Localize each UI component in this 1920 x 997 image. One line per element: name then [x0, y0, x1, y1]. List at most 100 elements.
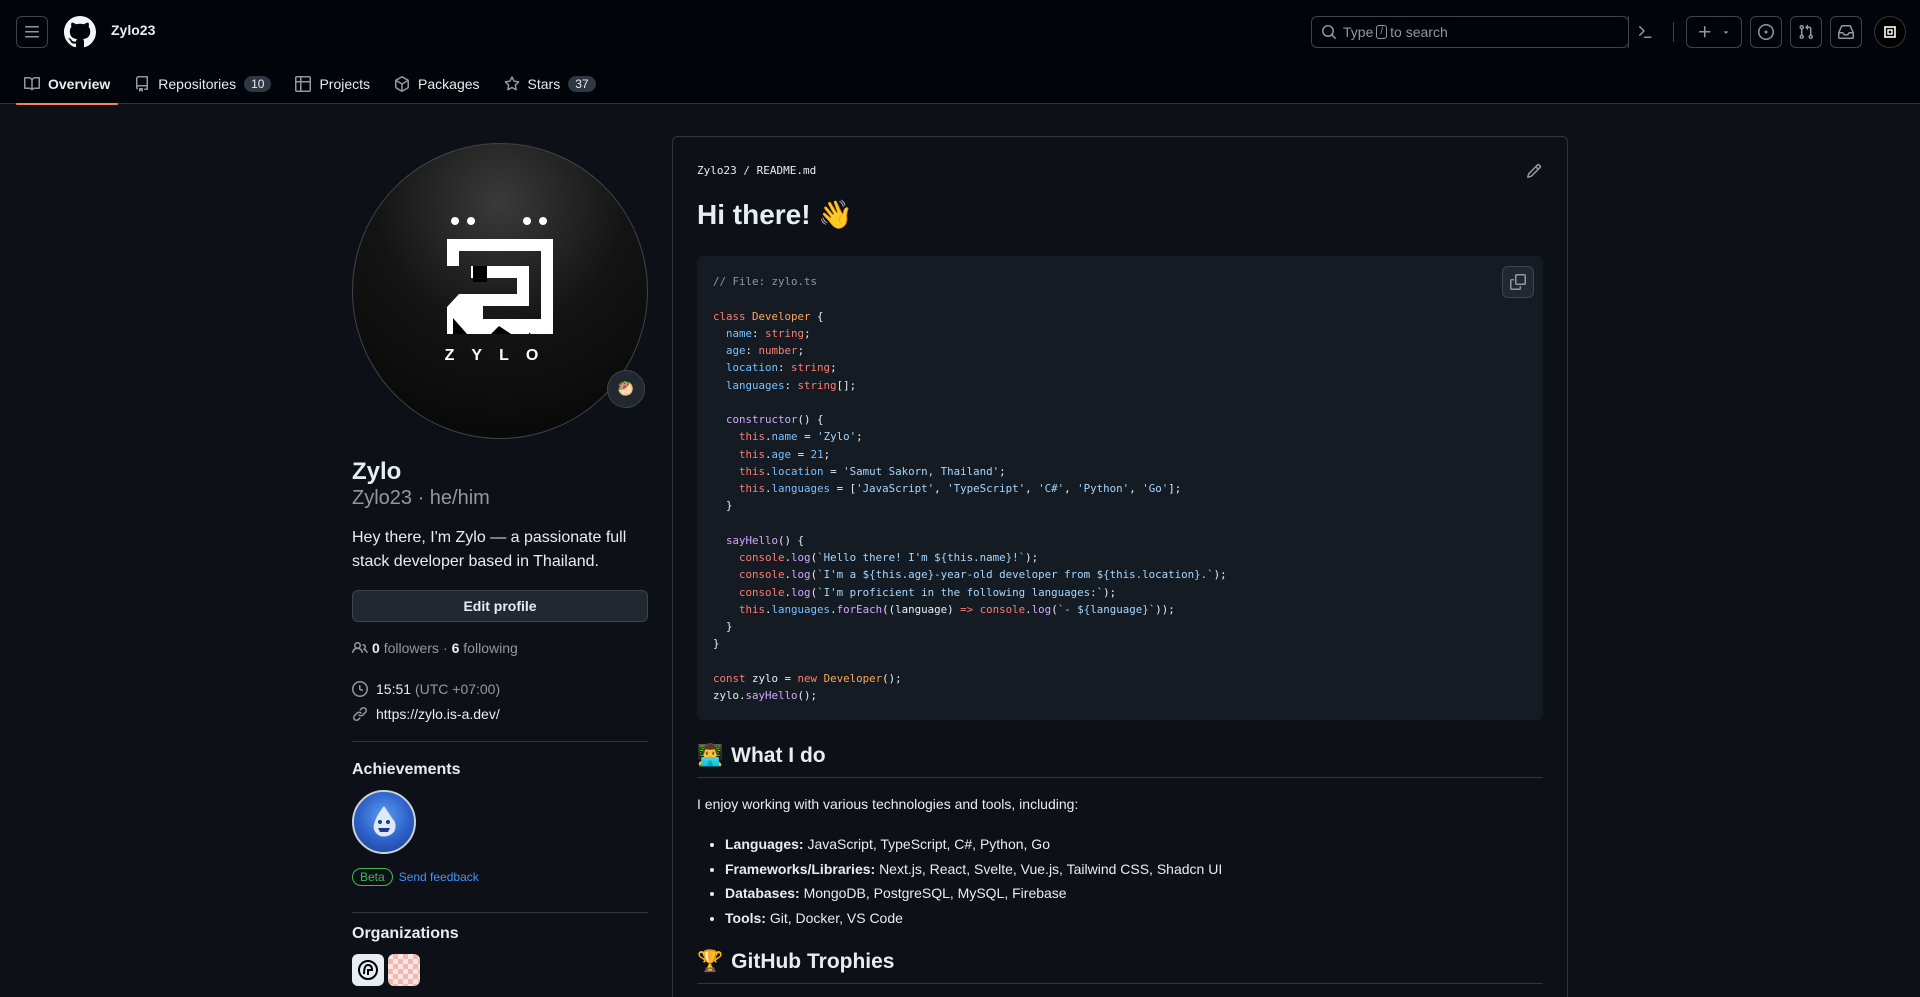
github-trophies-heading: 🏆 GitHub Trophies	[697, 950, 895, 974]
local-time-value: 15:51	[376, 681, 412, 697]
table-icon	[295, 76, 312, 92]
following-link[interactable]: 6 following	[452, 640, 518, 656]
tab-packages[interactable]: Packages	[386, 64, 487, 104]
list-item: Frameworks/Libraries: Next.js, React, Sv…	[725, 857, 1222, 882]
tab-projects-label: Projects	[319, 76, 371, 92]
follow-separator: ·	[442, 640, 448, 656]
pull-requests-button[interactable]	[1790, 16, 1822, 48]
technologist-emoji: 👨‍💻	[697, 744, 724, 767]
tab-overview[interactable]: Overview	[16, 64, 119, 105]
profile-avatar[interactable]: ZYLO	[352, 143, 648, 439]
beta-label: Beta	[352, 868, 393, 886]
book-icon	[24, 76, 40, 91]
pencil-icon	[1526, 163, 1542, 179]
tech-intro: I enjoy working with various technologie…	[697, 796, 1079, 812]
list-item: Languages: JavaScript, TypeScript, C#, P…	[725, 832, 1222, 857]
follow-stats: 0 followers · 6 following	[352, 640, 518, 656]
tech-list: Languages: JavaScript, TypeScript, C#, P…	[725, 832, 1222, 930]
issue-opened-icon	[1758, 24, 1774, 40]
achievement-badge[interactable]	[352, 790, 416, 854]
svg-text:ZYLO: ZYLO	[445, 347, 556, 364]
repo-icon	[136, 76, 149, 92]
zylo-logo-icon	[1884, 26, 1896, 38]
trophy-emoji: 🏆	[697, 950, 724, 973]
code-content: // File: zylo.ts class Developer { name:…	[713, 275, 1227, 702]
copy-icon	[1510, 274, 1526, 290]
achievements-heading: Achievements	[352, 761, 461, 778]
shark-achievement-icon	[373, 806, 396, 837]
zylo-logo-icon: ZYLO	[445, 217, 556, 364]
sidebar-divider	[352, 912, 648, 913]
organization-logo-icon	[358, 960, 378, 980]
star-icon	[504, 76, 519, 91]
hamburger-icon	[25, 26, 39, 38]
website-link[interactable]: https://zylo.is-a.dev/	[376, 706, 500, 722]
organization-avatar[interactable]	[352, 954, 384, 986]
followers-count: 0	[372, 640, 380, 656]
send-feedback-link[interactable]: Send feedback	[399, 870, 479, 884]
greeting-text: Hi there!	[697, 199, 811, 230]
triangle-down-icon	[1723, 31, 1729, 34]
search-icon	[1322, 25, 1336, 39]
what-i-do-heading: 👨‍💻 What I do	[697, 744, 826, 768]
readme-path: Zylo23 / README.md	[697, 164, 817, 177]
status-emoji-button[interactable]: 🥙	[607, 370, 645, 408]
heading-divider	[697, 983, 1543, 984]
wave-emoji: 👋	[818, 199, 854, 230]
search-shortcut-key: /	[1376, 25, 1388, 39]
tab-repositories[interactable]: Repositories 10	[126, 64, 279, 104]
plus-icon	[1699, 26, 1711, 38]
what-i-do-title: What I do	[731, 744, 826, 767]
heading-divider	[697, 777, 1543, 778]
stars-count: 37	[568, 76, 596, 92]
following-label: following	[463, 640, 518, 656]
tab-packages-label: Packages	[418, 76, 480, 92]
profile-fullname: Zylo	[352, 458, 402, 485]
timezone-value: (UTC +07:00)	[414, 681, 501, 697]
followers-label: followers	[383, 640, 439, 656]
menu-button[interactable]	[16, 16, 48, 48]
global-header: Zylo23 Type / to search Overview Reposit…	[0, 0, 1920, 105]
link-icon	[352, 706, 368, 722]
tab-stars-label: Stars	[527, 76, 561, 92]
package-icon	[395, 76, 410, 92]
tab-stars[interactable]: Stars 37	[496, 64, 604, 104]
tab-overview-label: Overview	[48, 76, 111, 92]
edit-readme-button[interactable]	[1526, 163, 1542, 179]
search-input[interactable]: Type / to search	[1311, 16, 1629, 48]
search-placeholder-suffix: to search	[1390, 24, 1448, 40]
create-new-button[interactable]	[1686, 16, 1742, 48]
terminal-icon	[1638, 26, 1651, 38]
organizations-heading: Organizations	[352, 925, 459, 942]
top-bar: Zylo23 Type / to search	[0, 0, 1920, 64]
local-time: 15:51 (UTC +07:00)	[352, 681, 500, 697]
inbox-icon	[1838, 25, 1854, 39]
issues-button[interactable]	[1750, 16, 1782, 48]
github-logo-icon[interactable]	[64, 16, 96, 48]
readme-owner-link[interactable]: Zylo23	[697, 164, 737, 177]
tab-repositories-label: Repositories	[158, 76, 237, 92]
sidebar-divider	[352, 741, 648, 742]
profile-tabs: Overview Repositories 10 Projects Packag…	[16, 64, 612, 105]
user-avatar-menu[interactable]	[1874, 16, 1906, 48]
notifications-button[interactable]	[1830, 16, 1862, 48]
following-count: 6	[451, 640, 460, 656]
readme-greeting: Hi there! 👋	[697, 198, 853, 231]
edit-profile-button[interactable]: Edit profile	[352, 590, 648, 622]
followers-link[interactable]: 0 followers	[372, 640, 439, 656]
repositories-count: 10	[244, 76, 272, 92]
profile-bio: Hey there, I'm Zylo — a passionate full …	[352, 529, 627, 570]
command-palette-button[interactable]	[1628, 16, 1660, 48]
website-row: https://zylo.is-a.dev/	[352, 706, 500, 722]
organization-avatar[interactable]	[388, 954, 420, 986]
tab-projects[interactable]: Projects	[287, 64, 378, 104]
clock-icon	[352, 681, 368, 697]
list-item: Tools: Git, Docker, VS Code	[725, 906, 1222, 931]
readme-filename: README.md	[756, 164, 817, 177]
copy-code-button[interactable]	[1502, 266, 1534, 298]
profile-username: Zylo23 · he/him	[352, 487, 490, 509]
context-username[interactable]: Zylo23	[111, 22, 155, 38]
achievements-beta: Beta Send feedback	[352, 868, 479, 886]
git-pull-request-icon	[1799, 24, 1814, 40]
people-icon	[352, 641, 368, 654]
